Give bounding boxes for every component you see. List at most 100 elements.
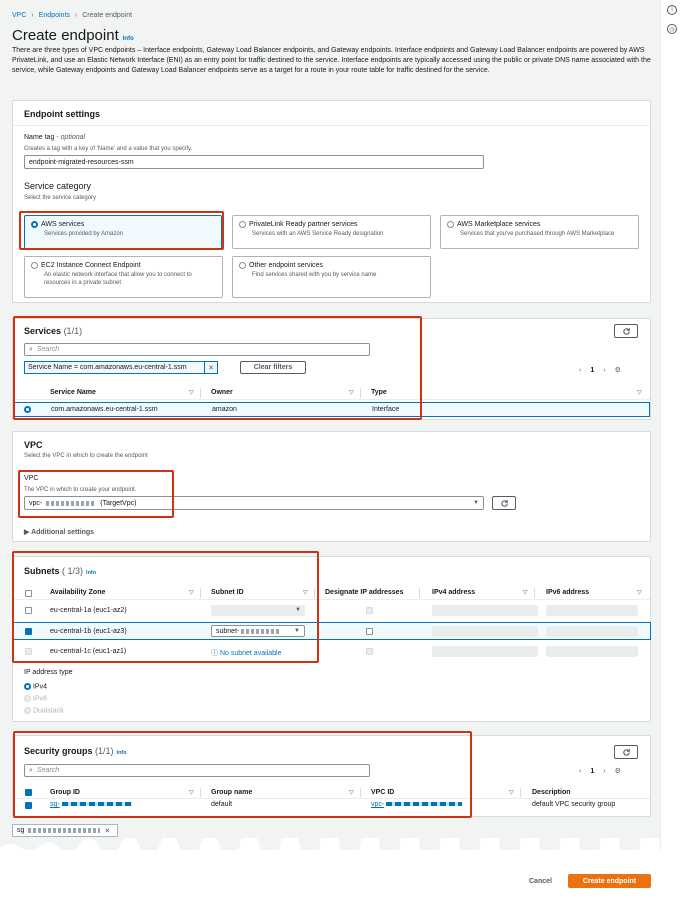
chevron-right-icon: › <box>31 12 34 19</box>
ip-type-label-text: IPv6 <box>32 695 47 703</box>
breadcrumb-vpc[interactable]: VPC <box>12 12 26 19</box>
cancel-button[interactable]: Cancel <box>529 878 552 885</box>
name-tag-input[interactable]: endpoint-migrated-resources-ssm <box>24 155 484 169</box>
ip-type-dualstack: Dualstack <box>24 707 64 714</box>
radio-icon <box>239 262 246 269</box>
col-description[interactable]: Description <box>532 789 571 796</box>
radio-selected-icon <box>24 683 31 690</box>
vpc-desc: Select the VPC in which to create the en… <box>24 453 148 459</box>
additional-settings-label: Additional settings <box>31 529 95 536</box>
redacted-value <box>28 828 101 833</box>
footer-area: Cancel Create endpoint <box>0 850 684 906</box>
service-category-title: Service category <box>24 181 92 191</box>
gear-icon[interactable]: ⚙ <box>615 366 621 374</box>
col-divider <box>520 788 521 797</box>
endpoint-settings-panel: Endpoint settings Name tag - optional Cr… <box>12 100 651 303</box>
caret-right-icon: ▶ <box>24 529 30 536</box>
refresh-button[interactable] <box>492 496 516 510</box>
description-cell: default VPC security group <box>532 801 616 808</box>
tile-aws-marketplace[interactable]: AWS Marketplace services Services that y… <box>440 215 639 249</box>
tile-privatelink-partner[interactable]: PrivateLink Ready partner services Servi… <box>232 215 431 249</box>
designate-ip-checkbox <box>366 607 373 614</box>
tile-title: AWS Marketplace services <box>457 221 541 229</box>
token-text: sg <box>17 827 25 834</box>
ipv4-input-disabled <box>432 626 538 637</box>
page-intro: There are three types of VPC endpoints –… <box>12 47 651 74</box>
clock-icon[interactable]: ◷ <box>667 24 677 34</box>
ip-type-label-text: IPv4 <box>32 683 47 691</box>
name-tag-desc: Creates a tag with a key of 'Name' and a… <box>24 146 193 152</box>
additional-settings-toggle[interactable]: ▶ Additional settings <box>24 528 94 536</box>
col-designate-ip[interactable]: Designate IP addresses <box>325 589 403 596</box>
page-title-text: Create endpoint <box>12 27 119 44</box>
chevron-left-icon[interactable]: ‹ <box>579 768 581 775</box>
radio-icon <box>31 262 38 269</box>
radio-icon <box>447 221 454 228</box>
tile-desc: Services that you've purchased through A… <box>460 231 615 238</box>
ipv4-input-disabled <box>432 605 538 616</box>
col-ipv4[interactable]: IPv4 address <box>432 589 475 596</box>
close-icon[interactable]: ✕ <box>104 827 110 835</box>
refresh-button[interactable] <box>614 745 638 759</box>
divider <box>13 125 650 126</box>
refresh-icon <box>622 748 630 756</box>
chevron-right-icon[interactable]: › <box>603 367 605 374</box>
ipv6-input-disabled <box>546 626 638 637</box>
utility-rail: i ◷ <box>660 0 684 906</box>
designate-ip-checkbox[interactable] <box>366 628 373 635</box>
radio-disabled-icon <box>24 695 31 702</box>
col-divider <box>534 588 535 598</box>
create-endpoint-button[interactable]: Create endpoint <box>568 874 651 888</box>
highlight-box <box>19 211 224 250</box>
tile-other-endpoint-services[interactable]: Other endpoint services Find services sh… <box>232 256 431 298</box>
breadcrumb: VPC › Endpoints › Create endpoint <box>12 12 132 19</box>
tile-desc: Services with an AWS Service Ready desig… <box>252 231 384 238</box>
endpoint-settings-title: Endpoint settings <box>24 109 100 119</box>
sort-icon[interactable]: ▽ <box>509 789 514 796</box>
highlight-box <box>13 316 422 420</box>
breadcrumb-endpoints[interactable]: Endpoints <box>39 12 70 19</box>
create-endpoint-page: i ◷ VPC › Endpoints › Create endpoint Cr… <box>0 0 684 906</box>
page-number[interactable]: 1 <box>590 367 594 374</box>
ip-type-ipv4[interactable]: IPv4 <box>24 683 47 690</box>
designate-ip-checkbox <box>366 648 373 655</box>
chevron-right-icon[interactable]: › <box>603 768 605 775</box>
tile-ec2-instance-connect[interactable]: EC2 Instance Connect Endpoint An elastic… <box>24 256 223 298</box>
ipv6-input-disabled <box>546 646 638 657</box>
tile-desc: An elastic network interface that allow … <box>44 272 192 287</box>
tile-title: Other endpoint services <box>249 262 323 270</box>
radio-icon <box>239 221 246 228</box>
highlight-box <box>18 470 174 518</box>
radio-disabled-icon <box>24 707 31 714</box>
breadcrumb-current: Create endpoint <box>82 12 133 19</box>
chevron-right-icon: › <box>74 12 78 19</box>
page-title: Create endpoint Info <box>12 27 134 44</box>
tile-title: PrivateLink Ready partner services <box>249 221 358 229</box>
security-group-token: sg ✕ <box>12 824 118 837</box>
gear-icon[interactable]: ⚙ <box>615 767 621 775</box>
tile-desc: Find services shared with you by service… <box>252 272 377 279</box>
page-number[interactable]: 1 <box>590 768 594 775</box>
highlight-box <box>12 551 319 663</box>
sort-icon[interactable]: ▽ <box>637 389 642 396</box>
ip-type-label-text: Dualstack <box>32 707 64 715</box>
name-tag-label-text: Name tag <box>24 134 55 141</box>
refresh-button[interactable] <box>614 324 638 338</box>
info-link[interactable]: Info <box>123 36 134 42</box>
vpc-title: VPC <box>24 440 43 450</box>
refresh-icon <box>500 499 508 507</box>
ip-type-label: IP address type <box>24 669 73 676</box>
tile-title: EC2 Instance Connect Endpoint <box>41 262 141 270</box>
caret-down-icon: ▼ <box>473 500 479 506</box>
pagination: ‹ 1 › ⚙ <box>579 767 621 776</box>
info-icon[interactable]: i <box>667 5 677 15</box>
chevron-left-icon[interactable]: ‹ <box>579 367 581 374</box>
ipv4-input-disabled <box>432 646 538 657</box>
col-ipv6[interactable]: IPv6 address <box>546 589 589 596</box>
ip-type-ipv6: IPv6 <box>24 695 47 702</box>
ipv6-input-disabled <box>546 605 638 616</box>
sort-icon[interactable]: ▽ <box>523 589 528 596</box>
optional-text: - optional <box>56 134 86 141</box>
name-tag-label: Name tag - optional <box>24 134 85 141</box>
sort-icon[interactable]: ▽ <box>637 589 642 596</box>
